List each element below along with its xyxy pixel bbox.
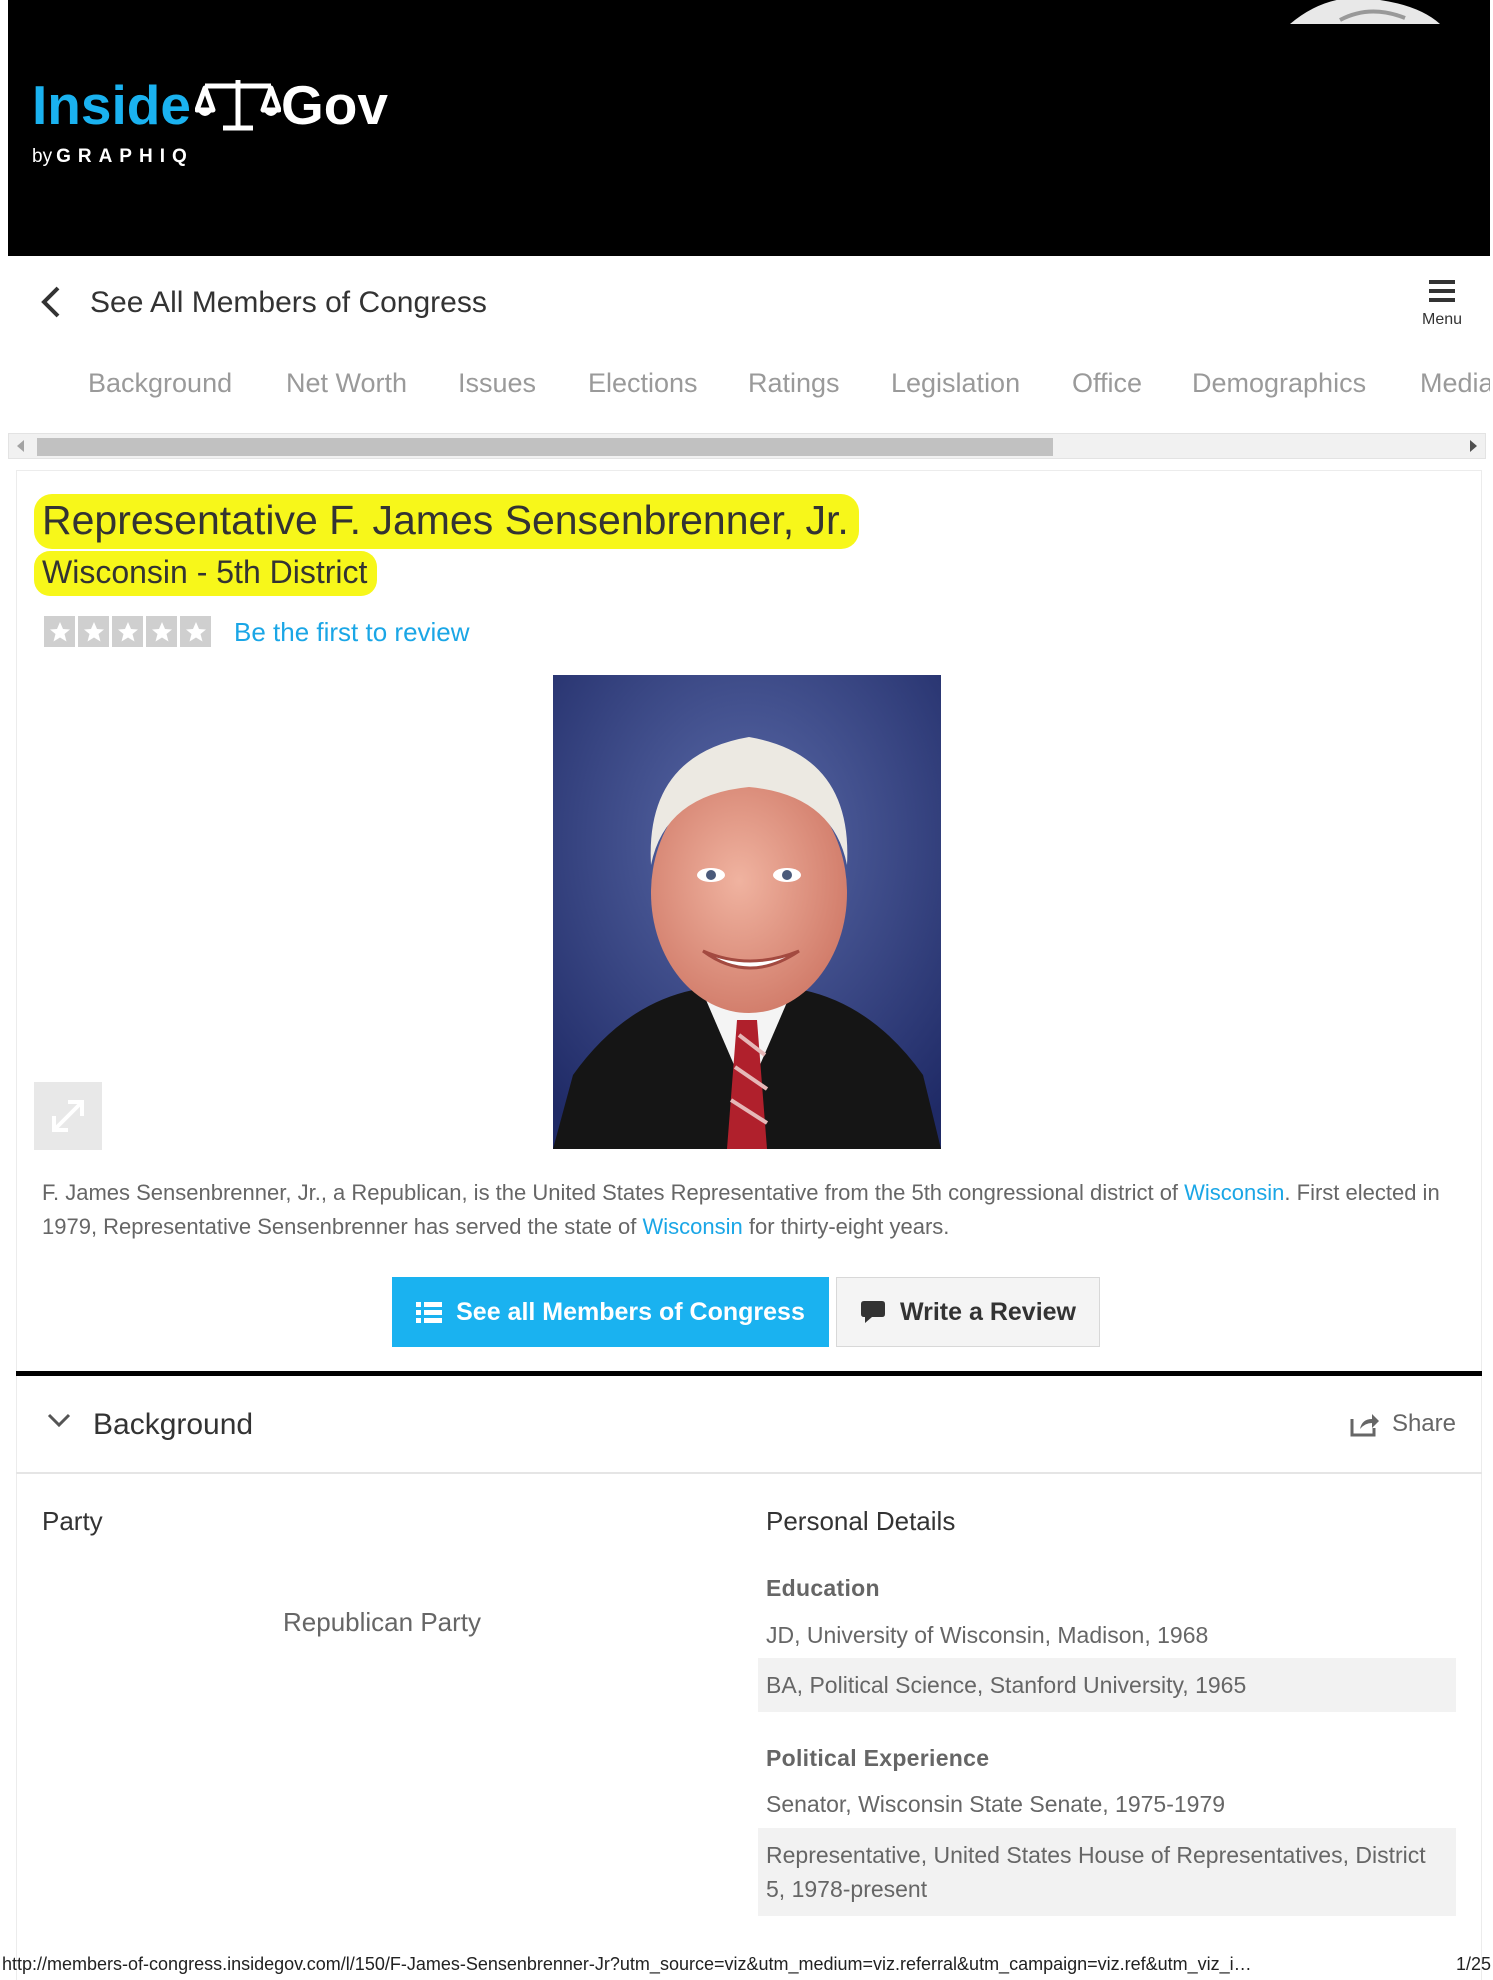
first-review-link[interactable]: Be the first to review bbox=[234, 617, 470, 648]
bio-text-3: for thirty-eight years. bbox=[742, 1214, 950, 1239]
tab-legislation[interactable]: Legislation bbox=[891, 368, 1020, 399]
write-review-label: Write a Review bbox=[899, 1297, 1076, 1326]
see-all-members-label: See all Members of Congress bbox=[456, 1297, 805, 1326]
header-photo bbox=[1290, 0, 1440, 24]
tab-office[interactable]: Office bbox=[1072, 368, 1142, 399]
wisconsin-link[interactable]: Wisconsin bbox=[1184, 1180, 1284, 1205]
rating-stars[interactable] bbox=[44, 616, 211, 647]
menu-button[interactable]: Menu bbox=[1412, 280, 1472, 329]
print-page-number: 1/25 bbox=[1455, 1954, 1491, 1974]
see-all-members-link[interactable]: See All Members of Congress bbox=[90, 286, 487, 320]
expand-image-button[interactable] bbox=[34, 1082, 102, 1150]
bio-text-1: F. James Sensenbrenner, Jr., a Republica… bbox=[42, 1180, 1185, 1205]
logo-by-text: by bbox=[32, 146, 53, 167]
party-value: Republican Party bbox=[283, 1607, 481, 1637]
star-icon[interactable] bbox=[78, 616, 109, 647]
tab-elections[interactable]: Elections bbox=[588, 368, 698, 399]
wisconsin-link[interactable]: Wisconsin bbox=[643, 1214, 743, 1239]
star-icon[interactable] bbox=[146, 616, 177, 647]
logo-brand-text: GRAPHIQ bbox=[56, 146, 194, 167]
background-section-title[interactable]: Background bbox=[93, 1408, 253, 1442]
tabs-scrollbar[interactable] bbox=[8, 433, 1486, 459]
tab-demographics[interactable]: Demographics bbox=[1192, 368, 1366, 399]
star-icon[interactable] bbox=[180, 616, 211, 647]
party-label: Party bbox=[42, 1506, 103, 1536]
background-section-header[interactable]: Background Share bbox=[16, 1376, 1482, 1474]
share-label: Share bbox=[1391, 1410, 1456, 1437]
logo-inside-text: Inside bbox=[32, 73, 191, 136]
see-all-members-button[interactable]: See all Members of Congress bbox=[392, 1277, 829, 1347]
menu-label: Menu bbox=[1421, 311, 1463, 328]
hamburger-icon bbox=[1429, 280, 1455, 302]
scroll-right-arrow-icon[interactable] bbox=[1470, 440, 1477, 452]
page: Inside Gov by GRAPHIQ See All Members of… bbox=[0, 0, 1493, 1980]
section-tabs: Background Net Worth Issues Elections Ra… bbox=[8, 360, 1490, 410]
political-experience-row: Representative, United States House of R… bbox=[758, 1828, 1456, 1916]
education-row: JD, University of Wisconsin, Madison, 19… bbox=[766, 1622, 1209, 1648]
scales-icon bbox=[194, 80, 281, 131]
speech-bubble-icon bbox=[860, 1301, 885, 1323]
print-footer-url: http://members-of-congress.insidegov.com… bbox=[2, 1954, 1252, 1974]
political-experience-heading: Political Experience bbox=[766, 1745, 990, 1771]
share-icon bbox=[1350, 1414, 1379, 1437]
list-icon bbox=[416, 1302, 443, 1323]
expand-icon bbox=[52, 1100, 84, 1132]
tab-media[interactable]: Media bbox=[1420, 368, 1490, 399]
logo-gov-text: Gov bbox=[280, 73, 388, 136]
representative-portrait bbox=[553, 675, 941, 1149]
political-experience-row: Senator, Wisconsin State Senate, 1975-19… bbox=[766, 1791, 1226, 1817]
tab-net-worth[interactable]: Net Worth bbox=[286, 368, 407, 399]
scrollbar-thumb[interactable] bbox=[37, 438, 1053, 456]
top-nav: See All Members of Congress Menu bbox=[8, 256, 1490, 356]
chevron-left-icon[interactable] bbox=[38, 282, 66, 322]
chevron-down-icon[interactable] bbox=[46, 1412, 72, 1428]
personal-details-label: Personal Details bbox=[766, 1506, 956, 1536]
district-subtitle: Wisconsin - 5th District bbox=[34, 551, 378, 597]
tab-ratings[interactable]: Ratings bbox=[748, 368, 840, 399]
site-header: Inside Gov by GRAPHIQ bbox=[8, 0, 1490, 256]
education-row: BA, Political Science, Stanford Universi… bbox=[758, 1658, 1456, 1712]
tab-issues[interactable]: Issues bbox=[458, 368, 536, 399]
tab-background[interactable]: Background bbox=[88, 368, 232, 399]
star-icon[interactable] bbox=[112, 616, 143, 647]
insidegov-logo[interactable]: Inside Gov by GRAPHIQ bbox=[32, 76, 388, 168]
scroll-left-arrow-icon[interactable] bbox=[17, 440, 24, 452]
logo-byline: by GRAPHIQ bbox=[32, 146, 388, 168]
write-review-button[interactable]: Write a Review bbox=[836, 1277, 1100, 1347]
bio-paragraph: F. James Sensenbrenner, Jr., a Republica… bbox=[42, 1176, 1462, 1244]
star-icon[interactable] bbox=[44, 616, 75, 647]
education-heading: Education bbox=[766, 1575, 880, 1601]
page-title: Representative F. James Sensenbrenner, J… bbox=[34, 494, 859, 550]
share-button[interactable]: Share bbox=[1350, 1410, 1456, 1438]
